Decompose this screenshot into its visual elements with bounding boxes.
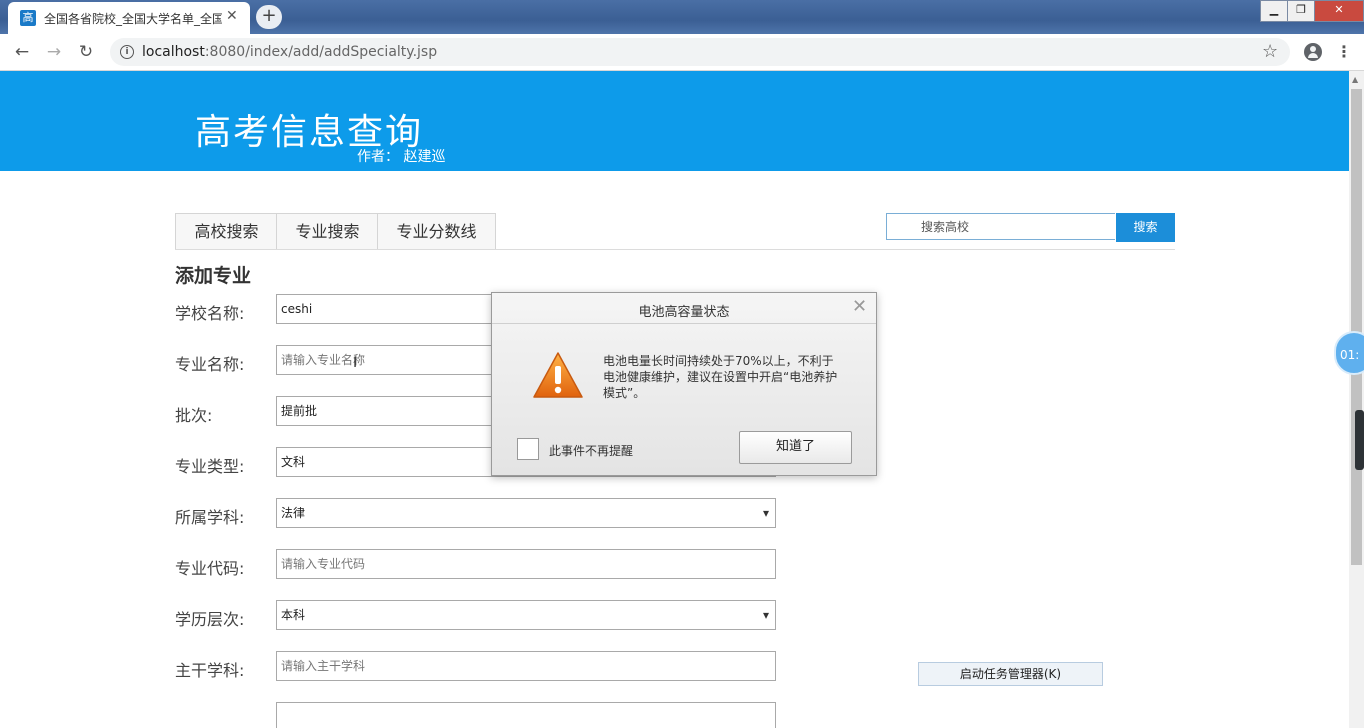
maximize-window-button[interactable]: ❐ <box>1287 0 1315 22</box>
tab-major-score-line[interactable]: 专业分数线 <box>377 213 496 249</box>
label-major-type: 专业类型: <box>175 457 245 476</box>
dialog-ok-button[interactable]: 知道了 <box>739 431 852 464</box>
forward-arrow-icon[interactable]: → <box>44 42 64 62</box>
search-button[interactable]: 搜索 <box>1116 213 1175 242</box>
page-title: 添加专业 <box>175 265 252 287</box>
browser-tab[interactable]: 高 全国各省院校_全国大学名单_全国 ✕ <box>8 2 250 34</box>
dialog-header: 电池高容量状态 ✕ <box>492 293 876 324</box>
scroll-up-icon[interactable]: ▲ <box>1352 75 1358 84</box>
close-window-button[interactable]: ✕ <box>1314 0 1364 22</box>
dialog-message: 电池电量长时间持续处于70%以上，不利于电池健康维护，建议在设置中开启“电池养护… <box>603 354 838 400</box>
tab-college-search[interactable]: 高校搜索 <box>175 213 278 249</box>
course-textarea[interactable] <box>276 702 776 728</box>
url-text[interactable]: localhost:8080/index/add/addSpecialty.js… <box>142 44 437 60</box>
minimize-window-button[interactable]: ▁ <box>1260 0 1288 22</box>
url-path: :8080/index/add/addSpecialty.jsp <box>204 44 438 60</box>
text-cursor-icon: I <box>353 355 358 371</box>
dialog-close-icon[interactable]: ✕ <box>852 296 867 317</box>
battery-warning-dialog: 电池高容量状态 ✕ 电池电量长时间持续处于70%以上，不利于电池健康维护，建议在… <box>491 292 877 476</box>
floating-clock-widget[interactable]: 01: <box>1334 331 1364 375</box>
label-major-name: 专业名称: <box>175 355 245 374</box>
tab-favicon-icon: 高 <box>20 10 36 26</box>
college-search-input[interactable]: 搜索高校 <box>886 213 1115 240</box>
warning-icon <box>533 352 583 398</box>
tab-major-search[interactable]: 专业搜索 <box>276 213 379 249</box>
browser-toolbar: ← → ↻ i localhost:8080/index/add/addSpec… <box>0 34 1364 71</box>
site-banner: 高考信息查询 作者： 赵建巡 <box>0 71 1349 171</box>
task-manager-button[interactable]: 启动任务管理器(K) <box>918 662 1103 686</box>
browser-titlebar: 高 全国各省院校_全国大学名单_全国 ✕ + ▁ ❐ ✕ <box>0 0 1364 34</box>
label-main-subject: 主干学科: <box>175 661 245 680</box>
new-tab-button[interactable]: + <box>256 5 282 29</box>
label-discipline: 所属学科: <box>175 508 245 527</box>
site-info-icon[interactable]: i <box>120 45 134 59</box>
side-gadget[interactable] <box>1355 410 1364 470</box>
education-level-select[interactable]: 本科 <box>276 600 776 630</box>
label-education-level: 学历层次: <box>175 610 245 629</box>
main-subject-input[interactable]: 请输入主干学科 <box>276 651 776 681</box>
scrollbar-thumb[interactable] <box>1351 89 1362 565</box>
label-school-name: 学校名称: <box>175 304 245 323</box>
browser-menu-icon[interactable]: ⋮ <box>1336 42 1352 61</box>
back-arrow-icon[interactable]: ← <box>12 42 32 62</box>
url-host: localhost <box>142 44 205 60</box>
page-scrollbar[interactable]: ▲ <box>1349 71 1364 728</box>
discipline-select[interactable]: 法律 <box>276 498 776 528</box>
bookmark-star-icon[interactable]: ☆ <box>1262 41 1278 62</box>
site-author: 作者： 赵建巡 <box>357 149 446 165</box>
do-not-remind-checkbox[interactable] <box>517 438 539 460</box>
do-not-remind-label: 此事件不再提醒 <box>549 444 634 458</box>
account-icon[interactable] <box>1304 43 1322 61</box>
label-batch: 批次: <box>175 406 213 425</box>
tab-divider <box>175 249 1175 250</box>
address-bar[interactable]: i localhost:8080/index/add/addSpecialty.… <box>110 38 1290 66</box>
tab-title: 全国各省院校_全国大学名单_全国 <box>44 12 222 26</box>
dialog-title: 电池高容量状态 <box>638 305 730 320</box>
label-major-code: 专业代码: <box>175 559 245 578</box>
reload-icon[interactable]: ↻ <box>76 42 96 62</box>
tab-close-icon[interactable]: ✕ <box>226 8 238 24</box>
major-code-input[interactable]: 请输入专业代码 <box>276 549 776 579</box>
